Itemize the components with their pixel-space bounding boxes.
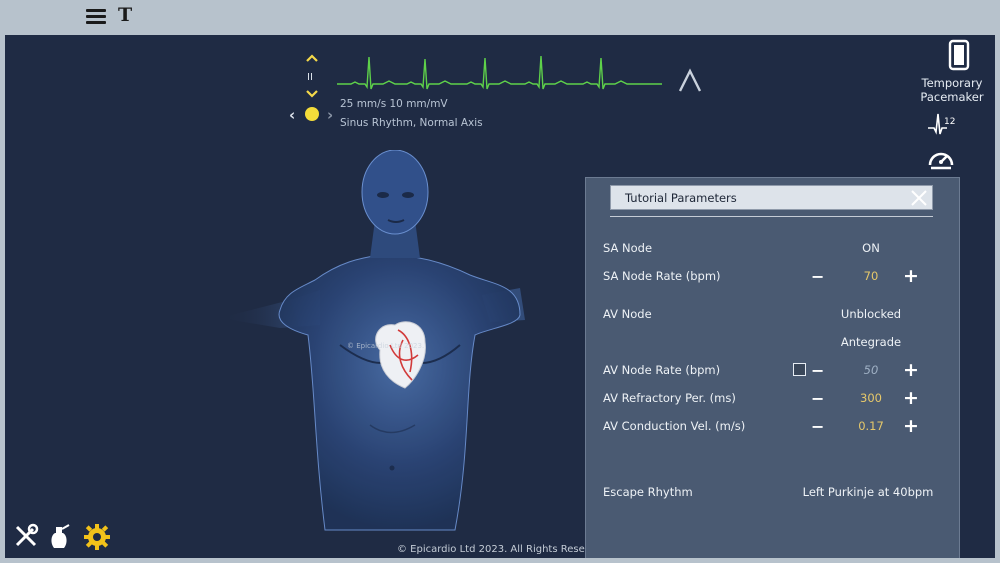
ecg-speed-info: 25 mm/s 10 mm/mV	[340, 98, 448, 110]
increment-button[interactable]: +	[903, 359, 919, 381]
param-row-av-node: AV Node Unblocked	[603, 305, 939, 325]
text-tool-icon[interactable]: T	[118, 4, 132, 26]
param-row-av-direction: Antegrade	[603, 333, 939, 353]
top-toolbar: T	[0, 0, 1000, 34]
param-value: 0.17	[858, 419, 884, 433]
panel-header: Tutorial Parameters	[610, 185, 933, 210]
av-node-block-toggle[interactable]: Unblocked	[831, 307, 911, 321]
param-value: 50	[863, 363, 879, 377]
wrench-screwdriver-icon[interactable]	[13, 523, 39, 553]
param-label: AV Refractory Per. (ms)	[603, 391, 736, 405]
torso-model[interactable]	[220, 150, 540, 550]
param-value: 300	[860, 391, 882, 405]
chevron-left-icon[interactable]: ‹	[289, 106, 295, 124]
svg-text:12: 12	[944, 117, 955, 127]
param-label: AV Node	[603, 307, 652, 321]
param-row-av-node-rate: AV Node Rate (bpm) − 50 +	[603, 359, 939, 381]
ecg-strip: II ‹ › 25 mm/s 10 mm/mV Sinus Rhythm, No…	[289, 51, 709, 151]
close-icon[interactable]	[910, 189, 928, 207]
tutorial-parameters-panel: Tutorial Parameters SA Node ON SA Node R…	[585, 177, 960, 558]
pacemaker-label[interactable]: Temporary Pacemaker	[917, 76, 987, 104]
param-row-av-refractory: AV Refractory Per. (ms) − 300 +	[603, 387, 939, 409]
ecg-position-dot[interactable]	[305, 107, 319, 121]
increment-button[interactable]: +	[903, 265, 919, 287]
param-row-sa-node: SA Node ON	[603, 239, 939, 259]
pacemaker-icon[interactable]	[948, 39, 970, 75]
body-watermark: © Epicardio Ltd 2023.	[347, 342, 425, 350]
decrement-button[interactable]: −	[811, 389, 824, 408]
panel-title: Tutorial Parameters	[625, 191, 737, 205]
av-rate-checkbox[interactable]	[793, 363, 806, 376]
ecg-12-lead-icon[interactable]: 12	[927, 112, 957, 140]
simulation-canvas: II ‹ › 25 mm/s 10 mm/mV Sinus Rhythm, No…	[5, 35, 995, 558]
defibrillator-icon[interactable]	[47, 523, 73, 555]
chevron-right-icon[interactable]: ›	[327, 106, 333, 124]
escape-rhythm-selector[interactable]: Left Purkinje at 40bpm	[793, 485, 943, 499]
hamburger-icon[interactable]	[84, 7, 108, 27]
param-row-escape-rhythm: Escape Rhythm Left Purkinje at 40bpm	[603, 483, 939, 503]
increment-button[interactable]: +	[903, 415, 919, 437]
param-row-av-conduction: AV Conduction Vel. (m/s) − 0.17 +	[603, 415, 939, 437]
ecg-rhythm-label: Sinus Rhythm, Normal Axis	[340, 117, 483, 129]
ecg-trace	[337, 55, 662, 90]
param-label: AV Node Rate (bpm)	[603, 363, 721, 377]
chevron-down-icon[interactable]	[305, 89, 319, 102]
param-value: 70	[863, 269, 879, 283]
decrement-button[interactable]: −	[811, 267, 824, 286]
increment-button[interactable]: +	[903, 387, 919, 409]
pause-icon[interactable]: II	[307, 71, 313, 84]
caret-up-icon[interactable]	[677, 67, 703, 93]
gear-icon[interactable]	[83, 523, 111, 555]
footer-copyright: © Epicardio Ltd 2023. All Rights Reserv	[397, 544, 595, 555]
param-label: SA Node	[603, 241, 653, 255]
av-direction-toggle[interactable]: Antegrade	[831, 335, 911, 349]
param-row-sa-node-rate: SA Node Rate (bpm) − 70 +	[603, 265, 939, 287]
panel-divider	[610, 216, 933, 217]
speedometer-icon[interactable]	[927, 145, 955, 175]
param-label: AV Conduction Vel. (m/s)	[603, 419, 746, 433]
decrement-button[interactable]: −	[811, 417, 824, 436]
param-label: Escape Rhythm	[603, 485, 693, 499]
sa-node-toggle[interactable]: ON	[841, 241, 901, 255]
param-label: SA Node Rate (bpm)	[603, 269, 721, 283]
decrement-button[interactable]: −	[811, 361, 824, 380]
chevron-up-icon[interactable]	[305, 53, 319, 66]
